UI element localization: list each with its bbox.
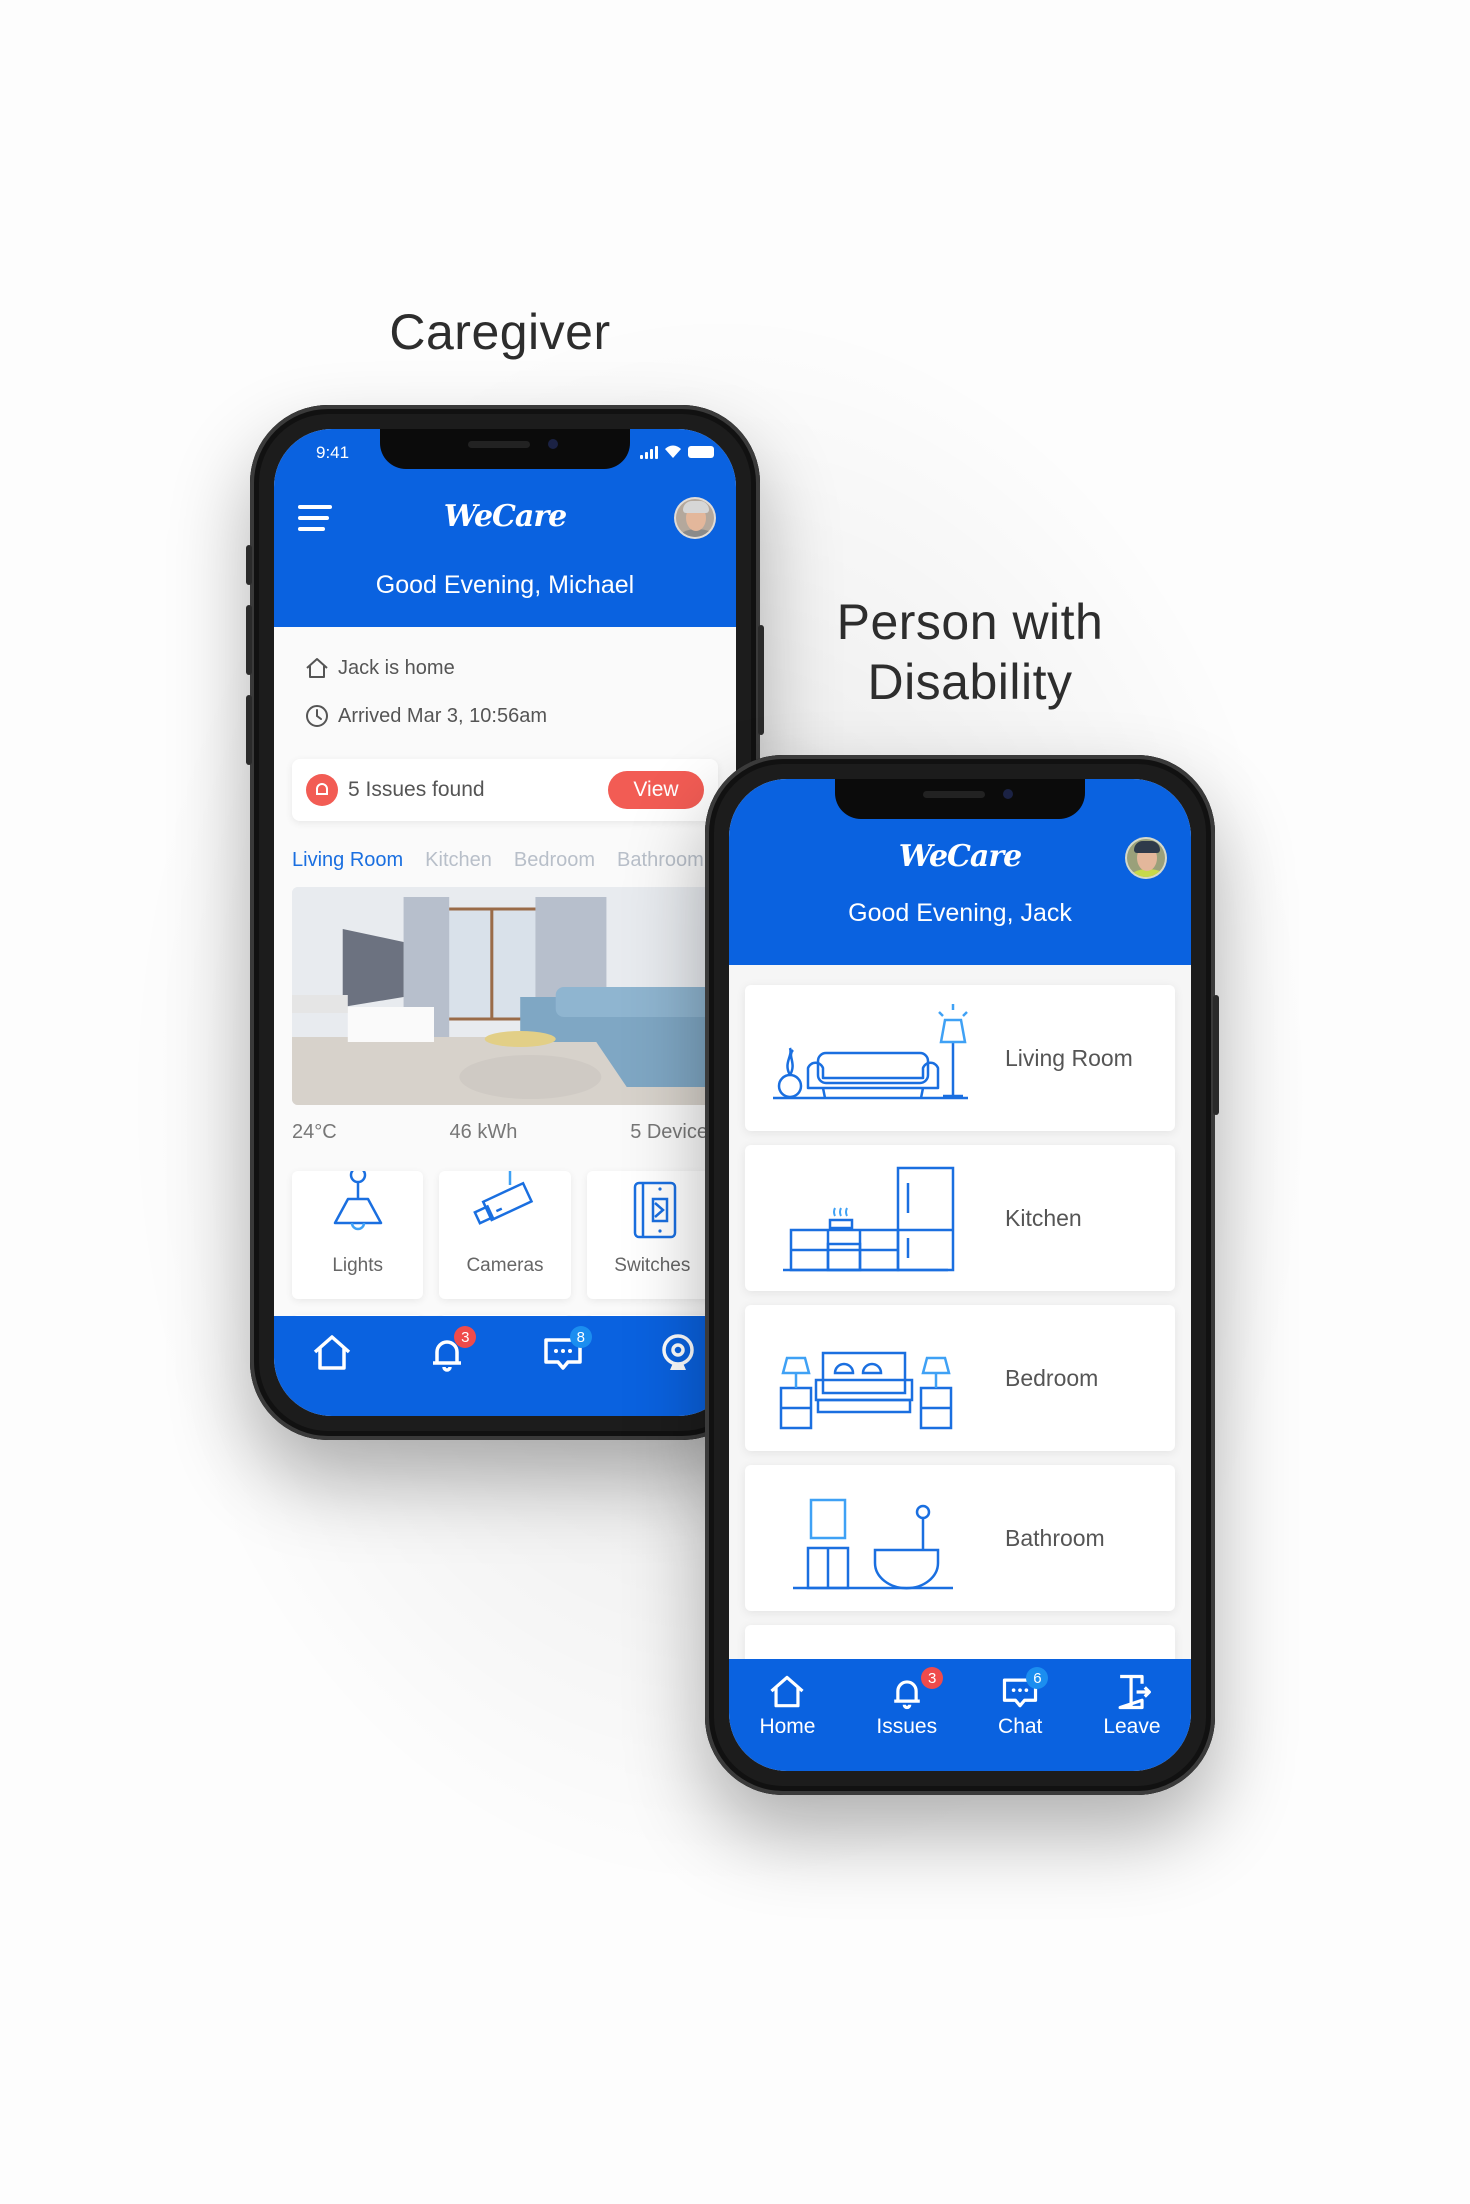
device-switches[interactable]: Switches — [586, 1171, 718, 1299]
user-avatar[interactable] — [674, 497, 716, 539]
living-room-illustration — [773, 1004, 968, 1100]
nav-leave[interactable]: Leave — [1103, 1671, 1161, 1739]
room-card-bedroom[interactable]: Bedroom — [745, 1305, 1175, 1451]
alert-bell-icon — [306, 774, 338, 806]
status-time: 9:41 — [316, 443, 350, 462]
temperature-value: 24°C — [292, 1121, 337, 1143]
room-name: Kitchen — [1005, 1204, 1082, 1231]
home-icon — [313, 1335, 350, 1370]
kitchen-illustration — [783, 1166, 955, 1272]
wifi-icon — [665, 445, 681, 458]
nav-camera[interactable] — [655, 1330, 701, 1376]
home-icon — [770, 1675, 805, 1708]
nav-label: Chat — [998, 1715, 1043, 1738]
bedroom-illustration — [779, 1351, 953, 1430]
clock-icon — [306, 705, 328, 727]
view-issues-button[interactable]: View — [608, 771, 704, 809]
issues-badge: 3 — [454, 1326, 477, 1348]
energy-value: 46 kWh — [449, 1121, 518, 1143]
nav-label: Home — [759, 1715, 816, 1738]
nav-label: Leave — [1103, 1715, 1161, 1738]
notch — [380, 429, 630, 469]
light-switch-icon — [634, 1181, 677, 1239]
tab-kitchen[interactable]: Kitchen — [425, 849, 492, 872]
nav-chat[interactable]: 8 — [540, 1326, 592, 1376]
nav-issues[interactable]: 3 Issues — [876, 1667, 944, 1739]
issues-card: 5 Issues found View — [292, 759, 718, 821]
greeting: Good Evening, Michael — [375, 571, 635, 599]
arrival-text: Arrived Mar 3, 10:56am — [338, 704, 547, 727]
device-cameras[interactable]: Cameras — [439, 1171, 571, 1299]
app-logo: WeCare — [898, 839, 1023, 874]
nav-home[interactable]: Home — [759, 1671, 815, 1739]
room-card-bathroom[interactable]: Bathroom — [745, 1465, 1175, 1611]
tab-bathroom[interactable]: Bathroom — [617, 849, 704, 872]
presence-status: Jack is home — [304, 655, 455, 681]
room-card-living-room[interactable]: Living Room — [745, 985, 1175, 1131]
notch — [835, 779, 1085, 819]
user-avatar[interactable] — [1125, 837, 1167, 879]
device-label: Lights — [332, 1255, 384, 1276]
app-logo: WeCare — [443, 499, 568, 534]
nav-home[interactable] — [309, 1330, 355, 1376]
exit-door-icon — [1118, 1674, 1151, 1710]
room-camera-photo[interactable] — [292, 887, 718, 1105]
room-list: Living Room Kitchen Bedroom Bathroom — [745, 985, 1175, 1685]
device-label: Cameras — [466, 1255, 544, 1276]
home-outline-icon — [306, 658, 328, 678]
room-tabs: Living Room Kitchen Bedroom Bathroom — [292, 849, 704, 872]
nav-chat[interactable]: 6 Chat — [998, 1667, 1049, 1739]
bathroom-illustration — [793, 1498, 953, 1590]
chat-badge: 6 — [1026, 1667, 1049, 1689]
room-name: Bedroom — [1005, 1364, 1099, 1391]
room-name: Living Room — [1005, 1044, 1133, 1071]
greeting: Good Evening, Jack — [848, 899, 1072, 927]
presence-text: Jack is home — [338, 656, 455, 679]
security-camera-icon — [473, 1171, 534, 1225]
device-lights[interactable]: Lights — [292, 1171, 424, 1299]
room-name: Bathroom — [1005, 1524, 1105, 1551]
room-stats: 24°C 46 kWh 5 Devices — [292, 1121, 718, 1144]
battery-icon — [688, 446, 714, 458]
room-card-kitchen[interactable]: Kitchen — [745, 1145, 1175, 1291]
chat-badge: 8 — [569, 1326, 592, 1348]
tab-bedroom[interactable]: Bedroom — [514, 849, 595, 872]
webcam-icon — [662, 1334, 694, 1370]
caregiver-screen: 9:41 WeCare Good Evening, Michael Jack i… — [274, 429, 736, 1416]
pwd-screen: WeCare Good Evening, Jack Living Room Ki… — [729, 779, 1191, 1771]
device-label: Switches — [614, 1255, 691, 1276]
nav-label: Issues — [876, 1715, 938, 1738]
ceiling-light-icon — [333, 1171, 382, 1231]
issues-count: 5 Issues found — [348, 778, 485, 801]
tab-living-room[interactable]: Living Room — [292, 849, 403, 872]
bottom-nav: 3 8 — [274, 1316, 736, 1416]
arrival-time: Arrived Mar 3, 10:56am — [304, 703, 547, 729]
caregiver-heading: Caregiver — [389, 304, 611, 360]
bottom-nav: Home 3 Issues 6 Chat Leave — [729, 1659, 1191, 1771]
signal-icon — [640, 445, 658, 459]
nav-issues[interactable]: 3 — [424, 1326, 477, 1376]
person-with-disability-phone: WeCare Good Evening, Jack Living Room Ki… — [705, 755, 1219, 1795]
caregiver-phone: 9:41 WeCare Good Evening, Michael Jack i… — [246, 405, 764, 1440]
person-with-disability-heading: Person with Disability — [836, 594, 1104, 710]
issues-badge: 3 — [921, 1667, 944, 1689]
